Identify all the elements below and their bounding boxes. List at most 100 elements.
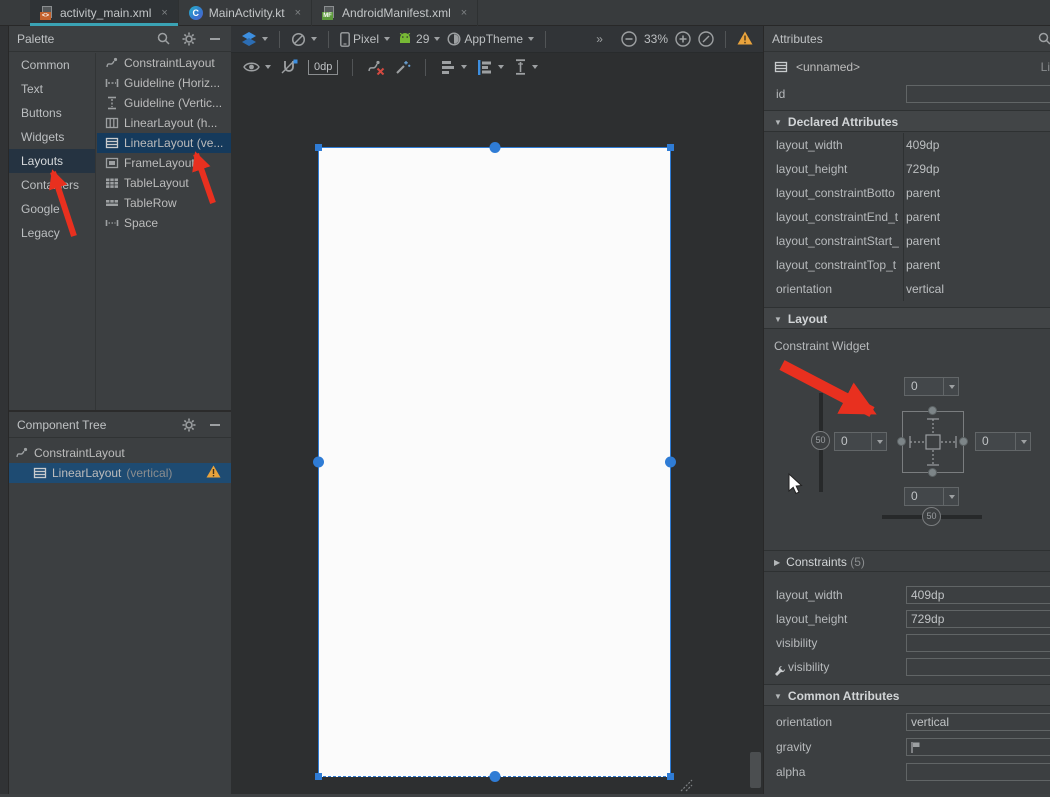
constraint-anchor-bottom[interactable] <box>928 468 937 477</box>
section-constraints[interactable]: ▶Constraints (5) <box>764 550 1050 572</box>
attr-row[interactable]: layout_width409dp <box>764 133 1050 157</box>
visibility-input[interactable] <box>906 634 1050 652</box>
hide-panel-icon[interactable] <box>207 417 223 433</box>
palette-item-framelayout[interactable]: FrameLayout <box>97 153 231 173</box>
close-tab-icon[interactable]: × <box>461 7 467 19</box>
attr-value: parent <box>906 205 1050 229</box>
anchor-top[interactable] <box>489 142 500 153</box>
palette-category-containers[interactable]: Containers <box>9 173 95 197</box>
autoconnect-toggle[interactable] <box>281 59 298 75</box>
search-icon[interactable] <box>155 31 171 47</box>
constraints-count: (5) <box>850 555 865 569</box>
selection-handle-bottom-left[interactable] <box>315 773 322 780</box>
attr-name: visibility <box>788 655 901 679</box>
tab-activity-main-xml[interactable]: <> activity_main.xml × <box>30 0 179 26</box>
attr-name: orientation <box>776 277 901 301</box>
margin-right-dropdown[interactable]: 0 <box>975 432 1031 451</box>
palette-category-widgets[interactable]: Widgets <box>9 125 95 149</box>
tools-visibility-input[interactable] <box>906 658 1050 676</box>
margin-left-dropdown[interactable]: 0 <box>834 432 887 451</box>
zoom-to-fit-button[interactable] <box>698 31 714 47</box>
zoom-out-button[interactable] <box>621 31 637 47</box>
section-declared-attributes[interactable]: ▼Declared Attributes <box>764 110 1050 132</box>
guidelines-menu-button[interactable] <box>514 59 538 75</box>
canvas-resize-handle[interactable] <box>679 778 693 792</box>
gear-icon[interactable] <box>181 31 197 47</box>
margin-top-dropdown[interactable]: 0 <box>904 377 959 396</box>
orientation-input[interactable]: vertical <box>906 713 1050 731</box>
tree-node-constraintlayout[interactable]: ConstraintLayout <box>9 443 231 463</box>
palette-item-guideline-vertical[interactable]: Guideline (Vertic... <box>97 93 231 113</box>
orientation-button[interactable] <box>291 32 317 47</box>
anchor-left[interactable] <box>313 457 324 468</box>
theme-selector[interactable]: AppTheme <box>447 32 534 46</box>
search-icon[interactable] <box>1036 31 1050 47</box>
palette-category-layouts[interactable]: Layouts <box>9 149 95 173</box>
palette-category-legacy[interactable]: Legacy <box>9 221 95 245</box>
horizontal-bias-handle[interactable]: 50 <box>922 507 941 526</box>
alpha-input[interactable] <box>906 763 1050 781</box>
palette-category-google[interactable]: Google <box>9 197 95 221</box>
default-margins-button[interactable]: 0dp <box>308 60 338 75</box>
pack-menu-button[interactable] <box>440 60 467 75</box>
api-selector[interactable]: 29 <box>397 32 440 46</box>
palette-item-guideline-horizontal[interactable]: Guideline (Horiz... <box>97 73 231 93</box>
vertical-bias-handle[interactable]: 50 <box>811 431 830 450</box>
tab-androidmanifest-xml[interactable]: MF AndroidManifest.xml × <box>312 0 478 26</box>
infer-constraints-button[interactable] <box>395 59 411 75</box>
attr-row[interactable]: layout_height729dp <box>764 157 1050 181</box>
constraintlayout-icon <box>15 446 29 460</box>
attr-row[interactable]: layout_constraintBottoparent <box>764 181 1050 205</box>
selection-handle-bottom-right[interactable] <box>667 773 674 780</box>
attr-row[interactable]: layout_constraintEnd_tparent <box>764 205 1050 229</box>
palette-item-label: LinearLayout (ve... <box>124 136 223 150</box>
attr-row[interactable]: layout_constraintTop_tparent <box>764 253 1050 277</box>
palette-item-constraintlayout[interactable]: ConstraintLayout <box>97 53 231 73</box>
design-mode-button[interactable] <box>241 32 268 46</box>
id-input[interactable] <box>906 85 1050 103</box>
tree-node-linearlayout-vertical[interactable]: LinearLayout(vertical) <box>9 463 231 483</box>
margin-bottom-dropdown[interactable]: 0 <box>904 487 959 506</box>
close-tab-icon[interactable]: × <box>161 7 167 19</box>
layout-preview-artboard[interactable] <box>318 147 671 777</box>
palette-category-buttons[interactable]: Buttons <box>9 101 95 125</box>
section-layout[interactable]: ▼Layout <box>764 307 1050 329</box>
palette-item-tablerow[interactable]: TableRow <box>97 193 231 213</box>
palette-item-space[interactable]: Space <box>97 213 231 233</box>
anchor-bottom[interactable] <box>489 771 500 782</box>
palette-item-tablelayout[interactable]: TableLayout <box>97 173 231 193</box>
clear-constraints-button[interactable] <box>367 59 385 75</box>
device-selector[interactable]: Pixel <box>340 32 390 47</box>
tree-node-label: ConstraintLayout <box>34 446 125 460</box>
align-menu-button[interactable] <box>477 60 504 75</box>
anchor-right[interactable] <box>665 457 676 468</box>
warning-panel-button[interactable] <box>737 31 753 48</box>
gravity-input[interactable] <box>906 738 1050 756</box>
palette-category-text[interactable]: Text <box>9 77 95 101</box>
close-tab-icon[interactable]: × <box>295 7 301 19</box>
attr-row: visibility <box>764 655 1050 679</box>
constraint-anchor-right[interactable] <box>959 437 968 446</box>
attr-row[interactable]: layout_constraintStart_parent <box>764 229 1050 253</box>
toolbar-overflow-chevron[interactable]: » <box>596 32 602 46</box>
gear-icon[interactable] <box>181 417 197 433</box>
zoom-in-button[interactable] <box>675 31 691 47</box>
view-options-button[interactable] <box>243 61 271 73</box>
section-common-attributes[interactable]: ▼Common Attributes <box>764 684 1050 706</box>
palette-category-common[interactable]: Common <box>9 53 95 77</box>
canvas-scrollbar-thumb[interactable] <box>750 752 761 788</box>
attr-row: layout_width409dp <box>764 583 1050 607</box>
selection-handle-top-left[interactable] <box>315 144 322 151</box>
constraint-anchor-left[interactable] <box>897 437 906 446</box>
palette-item-linearlayout-horizontal[interactable]: LinearLayout (h... <box>97 113 231 133</box>
tab-mainactivity-kt[interactable]: C MainActivity.kt × <box>179 0 312 26</box>
selection-handle-top-right[interactable] <box>667 144 674 151</box>
layout-width-input[interactable]: 409dp <box>906 586 1050 604</box>
palette-item-linearlayout-vertical[interactable]: LinearLayout (ve... <box>97 133 231 153</box>
hide-panel-icon[interactable] <box>207 31 223 47</box>
attr-row[interactable]: orientationvertical <box>764 277 1050 301</box>
device-label: Pixel <box>353 32 379 46</box>
constraint-widget-label-row: Constraint Widget <box>764 334 1050 358</box>
constraint-anchor-top[interactable] <box>928 406 937 415</box>
layout-height-input[interactable]: 729dp <box>906 610 1050 628</box>
